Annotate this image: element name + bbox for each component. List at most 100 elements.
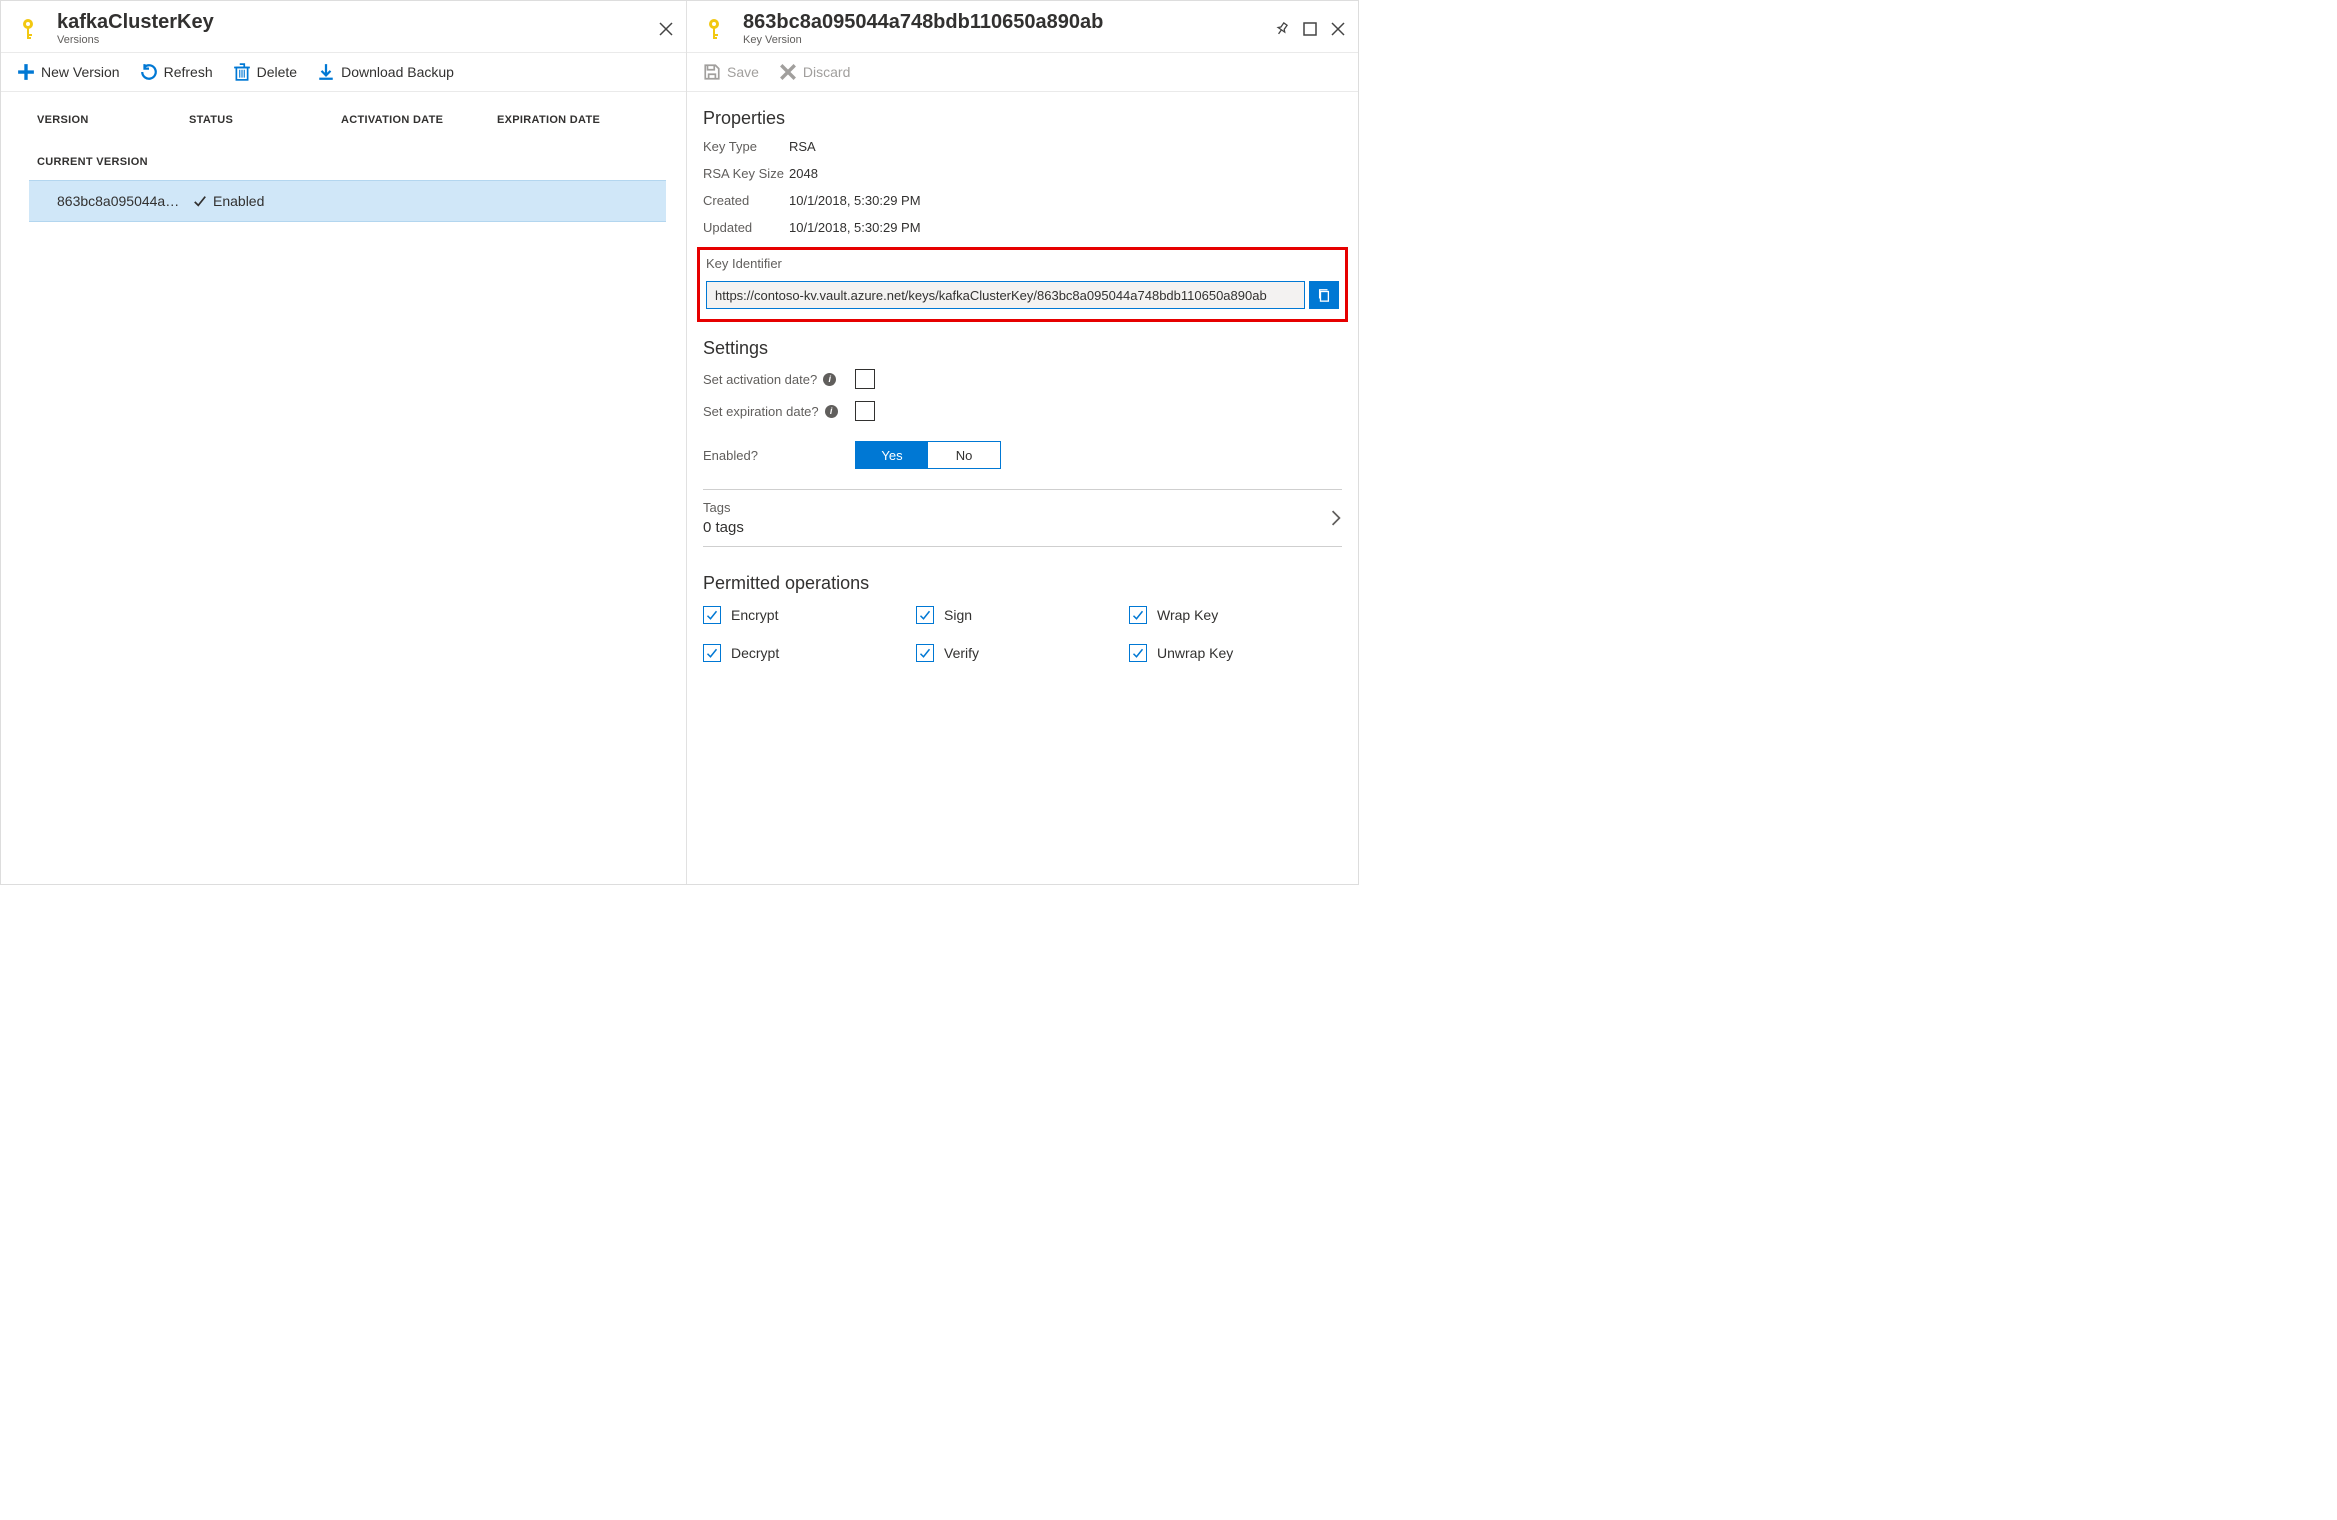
info-icon[interactable]: i (823, 373, 836, 386)
discard-icon (779, 63, 797, 81)
checkmark-icon (1132, 609, 1144, 621)
wrap-label: Wrap Key (1157, 607, 1218, 623)
activation-label: Set activation date? (703, 372, 817, 387)
col-activation[interactable]: ACTIVATION DATE (341, 114, 497, 126)
delete-label: Delete (257, 64, 297, 80)
encrypt-label: Encrypt (731, 607, 778, 623)
enabled-yes[interactable]: Yes (856, 442, 928, 468)
refresh-label: Refresh (164, 64, 213, 80)
azure-key-vault-panels: kafkaClusterKey Versions New Version (0, 0, 1359, 885)
trash-icon (233, 63, 251, 81)
discard-label: Discard (803, 64, 850, 80)
prop-created-label: Created (703, 193, 789, 208)
new-version-label: New Version (41, 64, 120, 80)
save-icon (703, 63, 721, 81)
col-expiration[interactable]: EXPIRATION DATE (497, 114, 686, 126)
prop-created-value: 10/1/2018, 5:30:29 PM (789, 193, 921, 208)
group-current-version: CURRENT VERSION (1, 136, 686, 180)
maximize-icon[interactable] (1302, 21, 1318, 37)
close-icon[interactable] (658, 21, 674, 37)
info-icon[interactable]: i (825, 405, 838, 418)
panel-key-versions: kafkaClusterKey Versions New Version (1, 1, 687, 884)
col-version[interactable]: VERSION (37, 114, 189, 126)
checkmark-icon (706, 609, 718, 621)
prop-created: Created 10/1/2018, 5:30:29 PM (703, 193, 1342, 208)
wrap-checkbox[interactable] (1129, 606, 1147, 624)
activation-checkbox[interactable] (855, 369, 875, 389)
command-bar-right: Save Discard (687, 53, 1358, 92)
key-icon (19, 17, 43, 41)
expiration-label: Set expiration date? (703, 404, 819, 419)
decrypt-label: Decrypt (731, 645, 779, 661)
enabled-label: Enabled? (703, 448, 855, 463)
row-status: Enabled (193, 193, 264, 209)
enabled-toggle: Yes No (855, 441, 1001, 469)
copy-button[interactable] (1309, 281, 1339, 309)
enabled-no[interactable]: No (928, 442, 1000, 468)
sign-checkbox[interactable] (916, 606, 934, 624)
prop-key-size-label: RSA Key Size (703, 166, 789, 181)
col-status[interactable]: STATUS (189, 114, 341, 126)
key-subtitle: Versions (57, 33, 658, 47)
setting-enabled: Enabled? Yes No (703, 441, 1342, 469)
tags-row[interactable]: Tags 0 tags (703, 489, 1342, 547)
setting-activation: Set activation date? i (703, 369, 1342, 389)
save-button: Save (703, 63, 759, 81)
header-right: 863bc8a095044a748bdb110650a890ab Key Ver… (687, 1, 1358, 53)
copy-icon (1317, 288, 1331, 302)
prop-key-type: Key Type RSA (703, 139, 1342, 154)
discard-button: Discard (779, 63, 850, 81)
refresh-button[interactable]: Refresh (140, 63, 213, 81)
prop-updated-value: 10/1/2018, 5:30:29 PM (789, 220, 921, 235)
panel-key-version-detail: 863bc8a095044a748bdb110650a890ab Key Ver… (687, 1, 1358, 884)
key-icon (705, 17, 729, 41)
pin-icon[interactable] (1274, 21, 1290, 37)
delete-button[interactable]: Delete (233, 63, 297, 81)
download-icon (317, 63, 335, 81)
prop-key-type-label: Key Type (703, 139, 789, 154)
decrypt-checkbox[interactable] (703, 644, 721, 662)
checkmark-icon (919, 647, 931, 659)
tags-count: 0 tags (703, 519, 1330, 536)
prop-key-type-value: RSA (789, 139, 816, 154)
chevron-right-icon (1330, 510, 1342, 526)
unwrap-checkbox[interactable] (1129, 644, 1147, 662)
prop-updated: Updated 10/1/2018, 5:30:29 PM (703, 220, 1342, 235)
checkmark-icon (919, 609, 931, 621)
key-identifier-input[interactable] (706, 281, 1305, 309)
encrypt-checkbox[interactable] (703, 606, 721, 624)
version-subtitle: Key Version (743, 33, 1274, 47)
version-title: 863bc8a095044a748bdb110650a890ab (743, 11, 1274, 33)
header-left: kafkaClusterKey Versions (1, 1, 686, 53)
tags-label: Tags (703, 500, 1330, 515)
checkmark-icon (1132, 647, 1144, 659)
checkmark-icon (706, 647, 718, 659)
refresh-icon (140, 63, 158, 81)
key-title: kafkaClusterKey (57, 11, 658, 33)
columns-header: VERSION STATUS ACTIVATION DATE EXPIRATIO… (1, 92, 686, 136)
checkmark-icon (193, 194, 207, 208)
plus-icon (17, 63, 35, 81)
key-identifier-highlight: Key Identifier (697, 247, 1348, 322)
sign-label: Sign (944, 607, 972, 623)
properties-header: Properties (703, 108, 1342, 129)
setting-expiration: Set expiration date? i (703, 401, 1342, 421)
prop-updated-label: Updated (703, 220, 789, 235)
prop-key-size-value: 2048 (789, 166, 818, 181)
expiration-checkbox[interactable] (855, 401, 875, 421)
verify-checkbox[interactable] (916, 644, 934, 662)
unwrap-label: Unwrap Key (1157, 645, 1233, 661)
settings-header: Settings (703, 338, 1342, 359)
row-version-text: 863bc8a095044a… (57, 193, 193, 209)
key-identifier-label: Key Identifier (706, 256, 1339, 271)
verify-label: Verify (944, 645, 979, 661)
close-icon[interactable] (1330, 21, 1346, 37)
version-row[interactable]: 863bc8a095044a… Enabled (29, 180, 666, 222)
new-version-button[interactable]: New Version (17, 63, 120, 81)
ops-header: Permitted operations (703, 573, 1342, 594)
permitted-operations: Permitted operations Encrypt Decrypt Sig… (703, 567, 1342, 662)
row-status-text: Enabled (213, 193, 264, 209)
download-backup-label: Download Backup (341, 64, 454, 80)
prop-key-size: RSA Key Size 2048 (703, 166, 1342, 181)
download-backup-button[interactable]: Download Backup (317, 63, 454, 81)
